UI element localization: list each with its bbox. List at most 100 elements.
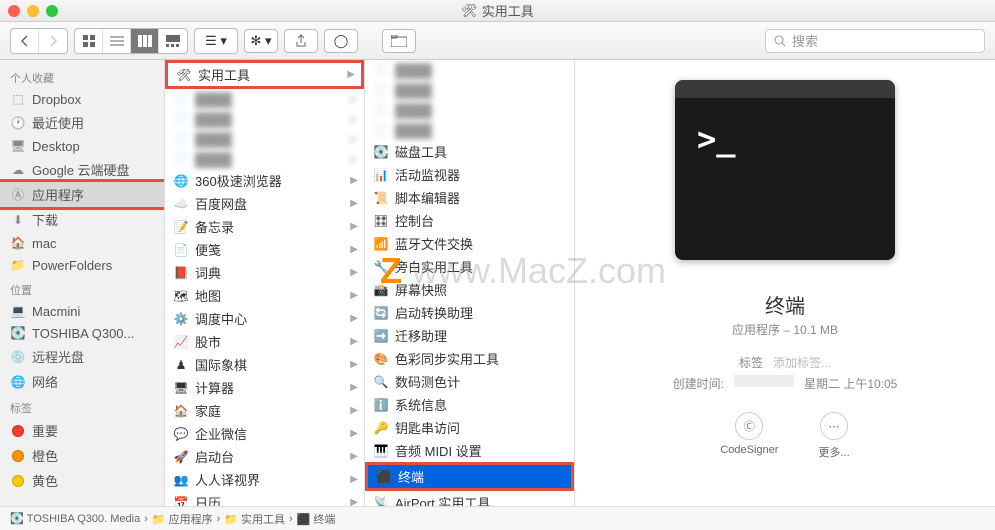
column-item-label: 脚本编辑器 bbox=[395, 188, 460, 207]
path-segment[interactable]: 📁应用程序 bbox=[152, 511, 213, 527]
column-item[interactable]: 🛠实用工具▶ bbox=[168, 63, 361, 86]
quick-more[interactable]: ⋯更多... bbox=[818, 412, 849, 460]
column-item-label: 终端 bbox=[398, 467, 424, 486]
app-icon: Ⓐ bbox=[10, 187, 26, 203]
download-icon: ⬇ bbox=[10, 212, 26, 228]
dropbox-icon: ⬚ bbox=[10, 91, 26, 107]
column-item[interactable]: 🗺地图▶ bbox=[165, 284, 364, 307]
column-item-label: 启动转换助理 bbox=[395, 303, 473, 322]
column-item[interactable]: ⚙️调度中心▶ bbox=[165, 307, 364, 330]
column-item-label: 色彩同步实用工具 bbox=[395, 349, 499, 368]
column-item[interactable]: ♟国际象棋▶ bbox=[165, 353, 364, 376]
sidebar-item[interactable]: 🏠mac bbox=[0, 232, 164, 254]
path-segment[interactable]: 💽TOSHIBA Q300. Media bbox=[10, 512, 140, 525]
app-icon: 🎛 bbox=[373, 213, 389, 229]
sidebar-item-label: 最近使用 bbox=[32, 113, 84, 132]
column-item[interactable]: 🔄启动转换助理 bbox=[365, 301, 574, 324]
forward-button[interactable] bbox=[39, 29, 67, 53]
column-item[interactable]: 📶蓝牙文件交换 bbox=[365, 232, 574, 255]
column-item[interactable]: 💬企业微信▶ bbox=[165, 422, 364, 445]
column-item[interactable]: 👥人人译视界▶ bbox=[165, 468, 364, 491]
column-item[interactable]: 📊活动监视器 bbox=[365, 163, 574, 186]
column-item[interactable]: 📝备忘录▶ bbox=[165, 215, 364, 238]
column-item[interactable]: 🎹音频 MIDI 设置 bbox=[365, 439, 574, 462]
sidebar: 个人收藏⬚Dropbox🕐最近使用🖥Desktop☁Google 云端硬盘Ⓐ应用… bbox=[0, 60, 165, 506]
app-icon: 📜 bbox=[373, 190, 389, 206]
newfolder-button[interactable] bbox=[382, 29, 416, 53]
app-icon: 🔍 bbox=[373, 374, 389, 390]
column-item[interactable]: 🚀启动台▶ bbox=[165, 445, 364, 468]
sidebar-item[interactable]: 🖥Desktop bbox=[0, 135, 164, 157]
sidebar-item[interactable]: Ⓐ应用程序 bbox=[0, 182, 164, 207]
column-item[interactable]: ℹ️ 系统信息 bbox=[365, 393, 574, 416]
column-item[interactable]: 📈股市▶ bbox=[165, 330, 364, 353]
tags-button[interactable]: ◯ bbox=[324, 29, 358, 53]
view-column-button[interactable] bbox=[131, 29, 159, 53]
view-gallery-button[interactable] bbox=[159, 29, 187, 53]
column-item[interactable]: 🌐360极速浏览器▶ bbox=[165, 169, 364, 192]
app-icon: 📊 bbox=[373, 167, 389, 183]
back-button[interactable] bbox=[11, 29, 39, 53]
sidebar-item[interactable]: 💽TOSHIBA Q300... bbox=[0, 322, 164, 344]
path-segment[interactable]: 📁实用工具 bbox=[224, 511, 285, 527]
sidebar-item-label: Macmini bbox=[32, 304, 80, 319]
column-item[interactable]: 📡 AirPort 实用工具 bbox=[365, 491, 574, 506]
minimize-button[interactable] bbox=[27, 5, 39, 17]
column-item[interactable]: 🖥计算器▶ bbox=[165, 376, 364, 399]
sidebar-item[interactable]: 💿 远程光盘 bbox=[0, 344, 164, 369]
sidebar-item[interactable]: 💻Macmini bbox=[0, 300, 164, 322]
preview-pane: >_ 终端 应用程序 – 10.1 MB 标签 添加标签... 创建时间: 星期… bbox=[575, 60, 995, 506]
column-item[interactable]: 🔑钥匙串访问 bbox=[365, 416, 574, 439]
column-item-label: 调度中心 bbox=[195, 309, 247, 328]
add-tags[interactable]: 添加标签... bbox=[773, 354, 831, 371]
column-item-label: 企业微信 bbox=[195, 424, 247, 443]
zoom-button[interactable] bbox=[46, 5, 58, 17]
column-item[interactable]: 📜 脚本编辑器 bbox=[365, 186, 574, 209]
column-item-label: 系统信息 bbox=[395, 395, 447, 414]
app-icon: ☁️ bbox=[173, 196, 189, 212]
column-item[interactable]: 🔍数码测色计 bbox=[365, 370, 574, 393]
sidebar-item-label: TOSHIBA Q300... bbox=[32, 326, 134, 341]
share-button[interactable] bbox=[284, 29, 318, 53]
column-item[interactable]: 💽磁盘工具 bbox=[365, 140, 574, 163]
column-item[interactable]: 📅日历▶ bbox=[165, 491, 364, 506]
column-item[interactable]: ➡️迁移助理 bbox=[365, 324, 574, 347]
sidebar-item[interactable]: 重要 bbox=[0, 418, 164, 443]
sidebar-item[interactable]: 🕐最近使用 bbox=[0, 110, 164, 135]
group-button[interactable]: ☰ ▾ bbox=[195, 29, 237, 53]
close-button[interactable] bbox=[8, 5, 20, 17]
quick-codesigner[interactable]: ⒸCodeSigner bbox=[720, 412, 778, 460]
sidebar-item-label: 远程光盘 bbox=[32, 347, 84, 366]
view-list-button[interactable] bbox=[103, 29, 131, 53]
column-item[interactable]: ⬛终端 bbox=[368, 465, 571, 488]
sidebar-item[interactable]: ⬚Dropbox bbox=[0, 88, 164, 110]
column-item-label: 便笺 bbox=[195, 240, 221, 259]
sidebar-item[interactable]: 🌐网络 bbox=[0, 369, 164, 394]
disc-icon: 💿 bbox=[10, 349, 26, 365]
app-icon: ℹ️ bbox=[373, 397, 389, 413]
title-icon: 🛠 bbox=[461, 3, 478, 19]
column-item[interactable]: 🎨色彩同步实用工具 bbox=[365, 347, 574, 370]
sidebar-item[interactable]: 黄色 bbox=[0, 468, 164, 493]
search-field[interactable]: 搜索 bbox=[765, 29, 985, 53]
column-item[interactable]: 🎛控制台 bbox=[365, 209, 574, 232]
sidebar-item[interactable]: 📁PowerFolders bbox=[0, 254, 164, 276]
sidebar-item-label: 黄色 bbox=[32, 471, 58, 490]
app-icon: 📡 bbox=[373, 495, 389, 507]
search-placeholder: 搜索 bbox=[792, 31, 818, 50]
sidebar-item[interactable]: ⬇下载 bbox=[0, 207, 164, 232]
column-item[interactable]: ☁️百度网盘▶ bbox=[165, 192, 364, 215]
path-segment[interactable]: ⬛终端 bbox=[297, 511, 336, 527]
column-item-label: AirPort 实用工具 bbox=[395, 493, 490, 506]
sidebar-item[interactable]: 橙色 bbox=[0, 443, 164, 468]
column-item[interactable]: 🏠家庭▶ bbox=[165, 399, 364, 422]
view-icon-button[interactable] bbox=[75, 29, 103, 53]
sidebar-item-label: Desktop bbox=[32, 139, 80, 154]
column-item[interactable]: 🔧旁白实用工具 bbox=[365, 255, 574, 278]
column-item[interactable]: 📸屏幕快照 bbox=[365, 278, 574, 301]
column-item[interactable]: 📄便笺▶ bbox=[165, 238, 364, 261]
action-button[interactable]: ✻ ▾ bbox=[244, 29, 278, 53]
app-icon: 💽 bbox=[373, 144, 389, 160]
column-item[interactable]: 📕词典▶ bbox=[165, 261, 364, 284]
column-item-label: 计算器 bbox=[195, 378, 234, 397]
